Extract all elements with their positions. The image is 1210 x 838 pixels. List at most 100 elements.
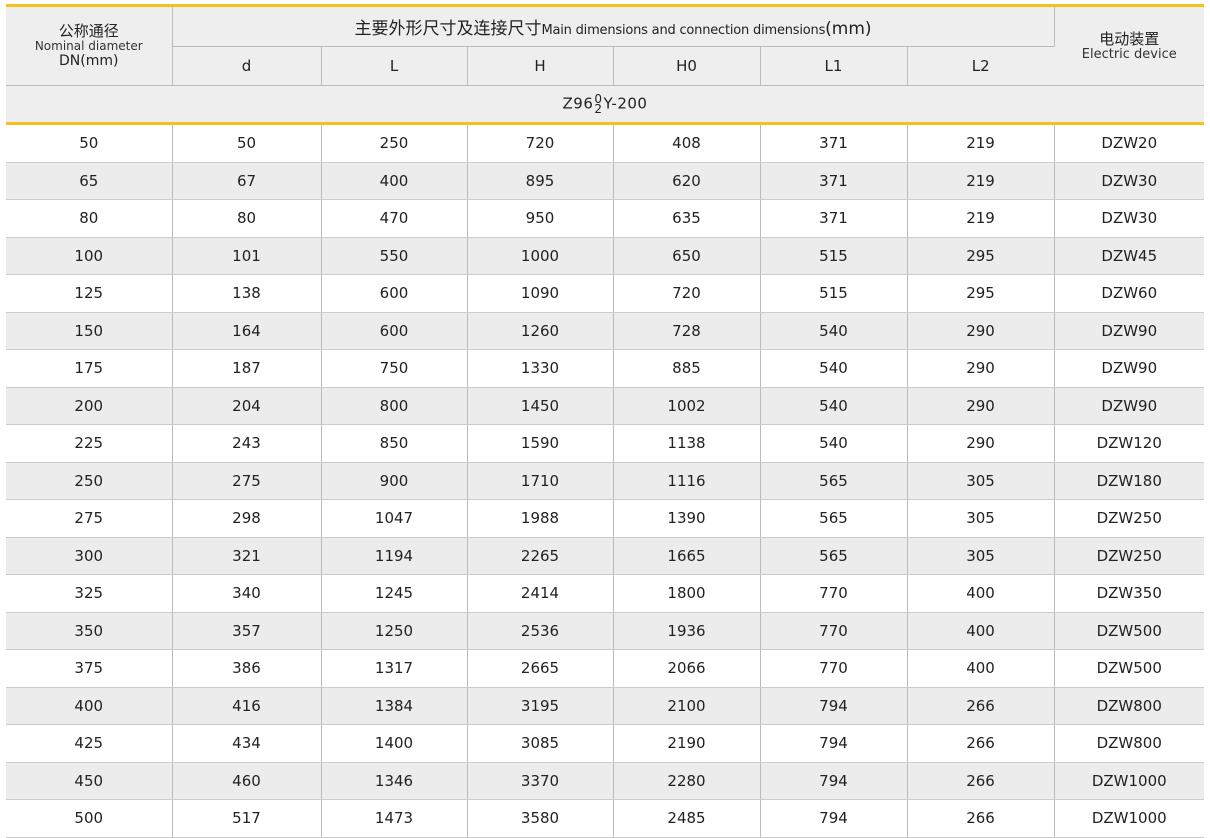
cell-l2: 266 [907, 687, 1055, 725]
cell-dn: 100 [6, 237, 173, 275]
cell-l: 1473 [321, 799, 468, 838]
cell-l2: 290 [907, 387, 1055, 425]
table-row: 65 67 400 895 620 371 219 DZW30 [6, 162, 1205, 200]
cell-dn: 65 [6, 162, 173, 200]
cell-dn: 200 [6, 387, 173, 425]
cell-l2: 400 [907, 612, 1055, 650]
cell-h: 1710 [467, 462, 614, 500]
cell-l: 600 [321, 274, 468, 313]
cell-l: 470 [321, 199, 468, 238]
cell-d: 164 [172, 312, 322, 350]
cell-h0: 2100 [613, 687, 761, 725]
cell-l1: 371 [760, 123, 908, 163]
cell-h: 3195 [467, 687, 614, 725]
nominal-en-label: Nominal diameter [34, 39, 143, 53]
cell-l: 800 [321, 387, 468, 425]
table-row: 200 204 800 1450 1002 540 290 DZW90 [6, 387, 1205, 425]
cell-dn: 425 [6, 724, 173, 763]
cell-electric-device: DZW350 [1054, 574, 1205, 613]
electric-device-header: 电动装置 Electric device [1054, 4, 1205, 86]
cell-h0: 1936 [613, 612, 761, 650]
cell-l2: 400 [907, 574, 1055, 613]
cell-l2: 400 [907, 649, 1055, 688]
table-row: 225 243 850 1590 1138 540 290 DZW120 [6, 424, 1205, 463]
cell-dn: 250 [6, 462, 173, 500]
cell-l2: 290 [907, 349, 1055, 388]
cell-l1: 540 [760, 424, 908, 463]
cell-h0: 885 [613, 349, 761, 388]
cell-h0: 2280 [613, 762, 761, 800]
cell-dn: 325 [6, 574, 173, 613]
col-header-l: L [321, 46, 468, 86]
table-row: 80 80 470 950 635 371 219 DZW30 [6, 199, 1205, 238]
table-row: 250 275 900 1710 1116 565 305 DZW180 [6, 462, 1205, 500]
cell-h0: 728 [613, 312, 761, 350]
cell-l: 550 [321, 237, 468, 275]
main-en-label: Main dimensions and connection dimension… [541, 23, 826, 38]
cell-d: 275 [172, 462, 322, 500]
cell-l2: 219 [907, 162, 1055, 200]
cell-l1: 540 [760, 387, 908, 425]
spec-table-page: 公称通径 Nominal diameter DN(mm) 主要外形尺寸及连接尺寸… [0, 0, 1210, 838]
cell-d: 416 [172, 687, 322, 725]
cell-d: 67 [172, 162, 322, 200]
cell-dn: 50 [6, 123, 173, 163]
cell-h: 3580 [467, 799, 614, 838]
cell-d: 340 [172, 574, 322, 613]
cell-h0: 2190 [613, 724, 761, 763]
device-en-label: Electric device [1081, 47, 1177, 62]
table-row: 175 187 750 1330 885 540 290 DZW90 [6, 349, 1205, 388]
col-header-h0: H0 [613, 46, 761, 86]
cell-d: 204 [172, 387, 322, 425]
cell-l1: 770 [760, 649, 908, 688]
cell-electric-device: DZW1000 [1054, 762, 1205, 800]
cell-dn: 350 [6, 612, 173, 650]
cell-electric-device: DZW500 [1054, 649, 1205, 688]
cell-dn: 375 [6, 649, 173, 688]
cell-l: 250 [321, 123, 468, 163]
cell-l: 1194 [321, 537, 468, 575]
cell-h0: 1390 [613, 499, 761, 538]
cell-dn: 225 [6, 424, 173, 463]
table-row: 350 357 1250 2536 1936 770 400 DZW500 [6, 612, 1205, 650]
cell-l1: 794 [760, 799, 908, 838]
table-row: 325 340 1245 2414 1800 770 400 DZW350 [6, 574, 1205, 613]
cell-dn: 80 [6, 199, 173, 238]
cell-l: 1317 [321, 649, 468, 688]
cell-h0: 1800 [613, 574, 761, 613]
cell-electric-device: DZW250 [1054, 537, 1205, 575]
cell-electric-device: DZW45 [1054, 237, 1205, 275]
nominal-unit-label: DN(mm) [59, 53, 119, 69]
main-cn-label: 主要外形尺寸及连接尺寸 [354, 19, 542, 39]
table-row: 400 416 1384 3195 2100 794 266 DZW800 [6, 687, 1205, 725]
cell-l2: 290 [907, 312, 1055, 350]
cell-h: 2265 [467, 537, 614, 575]
cell-h: 3370 [467, 762, 614, 800]
cell-dn: 275 [6, 499, 173, 538]
cell-h0: 408 [613, 123, 761, 163]
table-row: 275 298 1047 1988 1390 565 305 DZW250 [6, 499, 1205, 538]
cell-l1: 794 [760, 724, 908, 763]
cell-h: 2536 [467, 612, 614, 650]
cell-l1: 371 [760, 162, 908, 200]
cell-d: 517 [172, 799, 322, 838]
cell-d: 187 [172, 349, 322, 388]
cell-h0: 635 [613, 199, 761, 238]
cell-electric-device: DZW120 [1054, 424, 1205, 463]
cell-l2: 305 [907, 499, 1055, 538]
cell-electric-device: DZW20 [1054, 123, 1205, 163]
cell-electric-device: DZW60 [1054, 274, 1205, 313]
cell-electric-device: DZW500 [1054, 612, 1205, 650]
cell-h0: 650 [613, 237, 761, 275]
table-row: 125 138 600 1090 720 515 295 DZW60 [6, 274, 1205, 313]
cell-l1: 794 [760, 762, 908, 800]
col-header-l2: L2 [907, 46, 1055, 86]
col-header-h: H [467, 46, 614, 86]
cell-d: 298 [172, 499, 322, 538]
table-row: 375 386 1317 2665 2066 770 400 DZW500 [6, 649, 1205, 688]
cell-l: 900 [321, 462, 468, 500]
table-body: 50 50 250 720 408 371 219 DZW20 65 67 400 895 620 371… [6, 123, 1205, 838]
cell-h: 1988 [467, 499, 614, 538]
cell-electric-device: DZW180 [1054, 462, 1205, 500]
cell-l1: 770 [760, 612, 908, 650]
